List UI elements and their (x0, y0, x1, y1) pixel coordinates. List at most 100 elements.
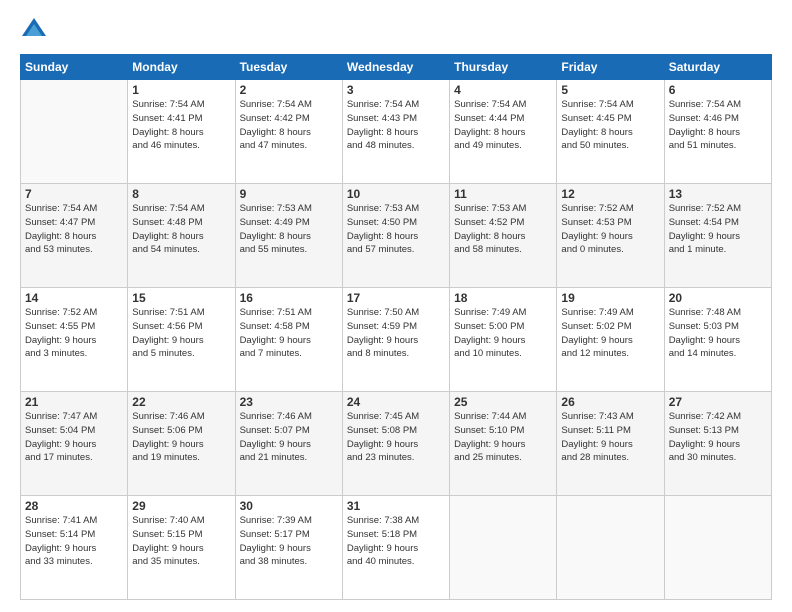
day-number: 17 (347, 291, 445, 305)
calendar-cell: 24Sunrise: 7:45 AMSunset: 5:08 PMDayligh… (342, 392, 449, 496)
day-info: Sunrise: 7:52 AMSunset: 4:53 PMDaylight:… (561, 202, 659, 257)
day-number: 22 (132, 395, 230, 409)
calendar-cell: 23Sunrise: 7:46 AMSunset: 5:07 PMDayligh… (235, 392, 342, 496)
weekday-header: Monday (128, 55, 235, 80)
day-info: Sunrise: 7:54 AMSunset: 4:41 PMDaylight:… (132, 98, 230, 153)
calendar-cell: 7Sunrise: 7:54 AMSunset: 4:47 PMDaylight… (21, 184, 128, 288)
calendar-cell: 20Sunrise: 7:48 AMSunset: 5:03 PMDayligh… (664, 288, 771, 392)
calendar-week-row: 14Sunrise: 7:52 AMSunset: 4:55 PMDayligh… (21, 288, 772, 392)
day-number: 1 (132, 83, 230, 97)
day-info: Sunrise: 7:40 AMSunset: 5:15 PMDaylight:… (132, 514, 230, 569)
calendar-cell: 4Sunrise: 7:54 AMSunset: 4:44 PMDaylight… (450, 80, 557, 184)
day-info: Sunrise: 7:38 AMSunset: 5:18 PMDaylight:… (347, 514, 445, 569)
day-info: Sunrise: 7:49 AMSunset: 5:02 PMDaylight:… (561, 306, 659, 361)
logo (20, 16, 52, 44)
weekday-header: Sunday (21, 55, 128, 80)
calendar-cell: 6Sunrise: 7:54 AMSunset: 4:46 PMDaylight… (664, 80, 771, 184)
logo-icon (20, 16, 48, 44)
weekday-header: Thursday (450, 55, 557, 80)
day-info: Sunrise: 7:43 AMSunset: 5:11 PMDaylight:… (561, 410, 659, 465)
day-info: Sunrise: 7:45 AMSunset: 5:08 PMDaylight:… (347, 410, 445, 465)
day-info: Sunrise: 7:54 AMSunset: 4:42 PMDaylight:… (240, 98, 338, 153)
day-info: Sunrise: 7:52 AMSunset: 4:54 PMDaylight:… (669, 202, 767, 257)
day-info: Sunrise: 7:53 AMSunset: 4:49 PMDaylight:… (240, 202, 338, 257)
day-info: Sunrise: 7:51 AMSunset: 4:56 PMDaylight:… (132, 306, 230, 361)
calendar-table: SundayMondayTuesdayWednesdayThursdayFrid… (20, 54, 772, 600)
weekday-header: Saturday (664, 55, 771, 80)
day-info: Sunrise: 7:53 AMSunset: 4:50 PMDaylight:… (347, 202, 445, 257)
calendar-cell: 27Sunrise: 7:42 AMSunset: 5:13 PMDayligh… (664, 392, 771, 496)
day-info: Sunrise: 7:54 AMSunset: 4:45 PMDaylight:… (561, 98, 659, 153)
day-number: 30 (240, 499, 338, 513)
calendar-cell: 12Sunrise: 7:52 AMSunset: 4:53 PMDayligh… (557, 184, 664, 288)
calendar-header: SundayMondayTuesdayWednesdayThursdayFrid… (21, 55, 772, 80)
day-info: Sunrise: 7:52 AMSunset: 4:55 PMDaylight:… (25, 306, 123, 361)
day-number: 9 (240, 187, 338, 201)
calendar-cell: 13Sunrise: 7:52 AMSunset: 4:54 PMDayligh… (664, 184, 771, 288)
day-number: 6 (669, 83, 767, 97)
day-number: 18 (454, 291, 552, 305)
day-number: 27 (669, 395, 767, 409)
day-info: Sunrise: 7:54 AMSunset: 4:43 PMDaylight:… (347, 98, 445, 153)
day-info: Sunrise: 7:54 AMSunset: 4:46 PMDaylight:… (669, 98, 767, 153)
day-number: 2 (240, 83, 338, 97)
calendar-cell: 9Sunrise: 7:53 AMSunset: 4:49 PMDaylight… (235, 184, 342, 288)
day-number: 26 (561, 395, 659, 409)
calendar-cell: 25Sunrise: 7:44 AMSunset: 5:10 PMDayligh… (450, 392, 557, 496)
calendar-cell: 26Sunrise: 7:43 AMSunset: 5:11 PMDayligh… (557, 392, 664, 496)
day-number: 4 (454, 83, 552, 97)
weekday-row: SundayMondayTuesdayWednesdayThursdayFrid… (21, 55, 772, 80)
day-info: Sunrise: 7:54 AMSunset: 4:47 PMDaylight:… (25, 202, 123, 257)
calendar-week-row: 21Sunrise: 7:47 AMSunset: 5:04 PMDayligh… (21, 392, 772, 496)
weekday-header: Tuesday (235, 55, 342, 80)
calendar-cell: 29Sunrise: 7:40 AMSunset: 5:15 PMDayligh… (128, 496, 235, 600)
calendar-cell: 21Sunrise: 7:47 AMSunset: 5:04 PMDayligh… (21, 392, 128, 496)
calendar-cell: 5Sunrise: 7:54 AMSunset: 4:45 PMDaylight… (557, 80, 664, 184)
calendar-cell: 28Sunrise: 7:41 AMSunset: 5:14 PMDayligh… (21, 496, 128, 600)
calendar-cell (664, 496, 771, 600)
calendar-week-row: 28Sunrise: 7:41 AMSunset: 5:14 PMDayligh… (21, 496, 772, 600)
day-info: Sunrise: 7:41 AMSunset: 5:14 PMDaylight:… (25, 514, 123, 569)
day-info: Sunrise: 7:53 AMSunset: 4:52 PMDaylight:… (454, 202, 552, 257)
calendar-cell: 3Sunrise: 7:54 AMSunset: 4:43 PMDaylight… (342, 80, 449, 184)
day-number: 23 (240, 395, 338, 409)
day-info: Sunrise: 7:51 AMSunset: 4:58 PMDaylight:… (240, 306, 338, 361)
day-info: Sunrise: 7:48 AMSunset: 5:03 PMDaylight:… (669, 306, 767, 361)
day-info: Sunrise: 7:46 AMSunset: 5:07 PMDaylight:… (240, 410, 338, 465)
calendar-cell: 11Sunrise: 7:53 AMSunset: 4:52 PMDayligh… (450, 184, 557, 288)
calendar-cell: 18Sunrise: 7:49 AMSunset: 5:00 PMDayligh… (450, 288, 557, 392)
calendar-cell: 8Sunrise: 7:54 AMSunset: 4:48 PMDaylight… (128, 184, 235, 288)
day-info: Sunrise: 7:46 AMSunset: 5:06 PMDaylight:… (132, 410, 230, 465)
day-number: 16 (240, 291, 338, 305)
day-number: 24 (347, 395, 445, 409)
day-number: 13 (669, 187, 767, 201)
day-number: 28 (25, 499, 123, 513)
calendar-week-row: 7Sunrise: 7:54 AMSunset: 4:47 PMDaylight… (21, 184, 772, 288)
day-info: Sunrise: 7:47 AMSunset: 5:04 PMDaylight:… (25, 410, 123, 465)
calendar-cell: 19Sunrise: 7:49 AMSunset: 5:02 PMDayligh… (557, 288, 664, 392)
day-number: 31 (347, 499, 445, 513)
day-number: 20 (669, 291, 767, 305)
day-info: Sunrise: 7:54 AMSunset: 4:48 PMDaylight:… (132, 202, 230, 257)
calendar-cell: 31Sunrise: 7:38 AMSunset: 5:18 PMDayligh… (342, 496, 449, 600)
day-number: 21 (25, 395, 123, 409)
calendar-week-row: 1Sunrise: 7:54 AMSunset: 4:41 PMDaylight… (21, 80, 772, 184)
calendar-cell: 16Sunrise: 7:51 AMSunset: 4:58 PMDayligh… (235, 288, 342, 392)
day-info: Sunrise: 7:54 AMSunset: 4:44 PMDaylight:… (454, 98, 552, 153)
calendar-cell: 10Sunrise: 7:53 AMSunset: 4:50 PMDayligh… (342, 184, 449, 288)
calendar-cell: 22Sunrise: 7:46 AMSunset: 5:06 PMDayligh… (128, 392, 235, 496)
day-number: 3 (347, 83, 445, 97)
day-number: 7 (25, 187, 123, 201)
day-number: 14 (25, 291, 123, 305)
calendar-cell (450, 496, 557, 600)
calendar-body: 1Sunrise: 7:54 AMSunset: 4:41 PMDaylight… (21, 80, 772, 600)
day-number: 8 (132, 187, 230, 201)
day-info: Sunrise: 7:39 AMSunset: 5:17 PMDaylight:… (240, 514, 338, 569)
day-info: Sunrise: 7:42 AMSunset: 5:13 PMDaylight:… (669, 410, 767, 465)
calendar-cell: 1Sunrise: 7:54 AMSunset: 4:41 PMDaylight… (128, 80, 235, 184)
calendar-cell (21, 80, 128, 184)
day-number: 15 (132, 291, 230, 305)
day-number: 11 (454, 187, 552, 201)
day-info: Sunrise: 7:50 AMSunset: 4:59 PMDaylight:… (347, 306, 445, 361)
weekday-header: Wednesday (342, 55, 449, 80)
